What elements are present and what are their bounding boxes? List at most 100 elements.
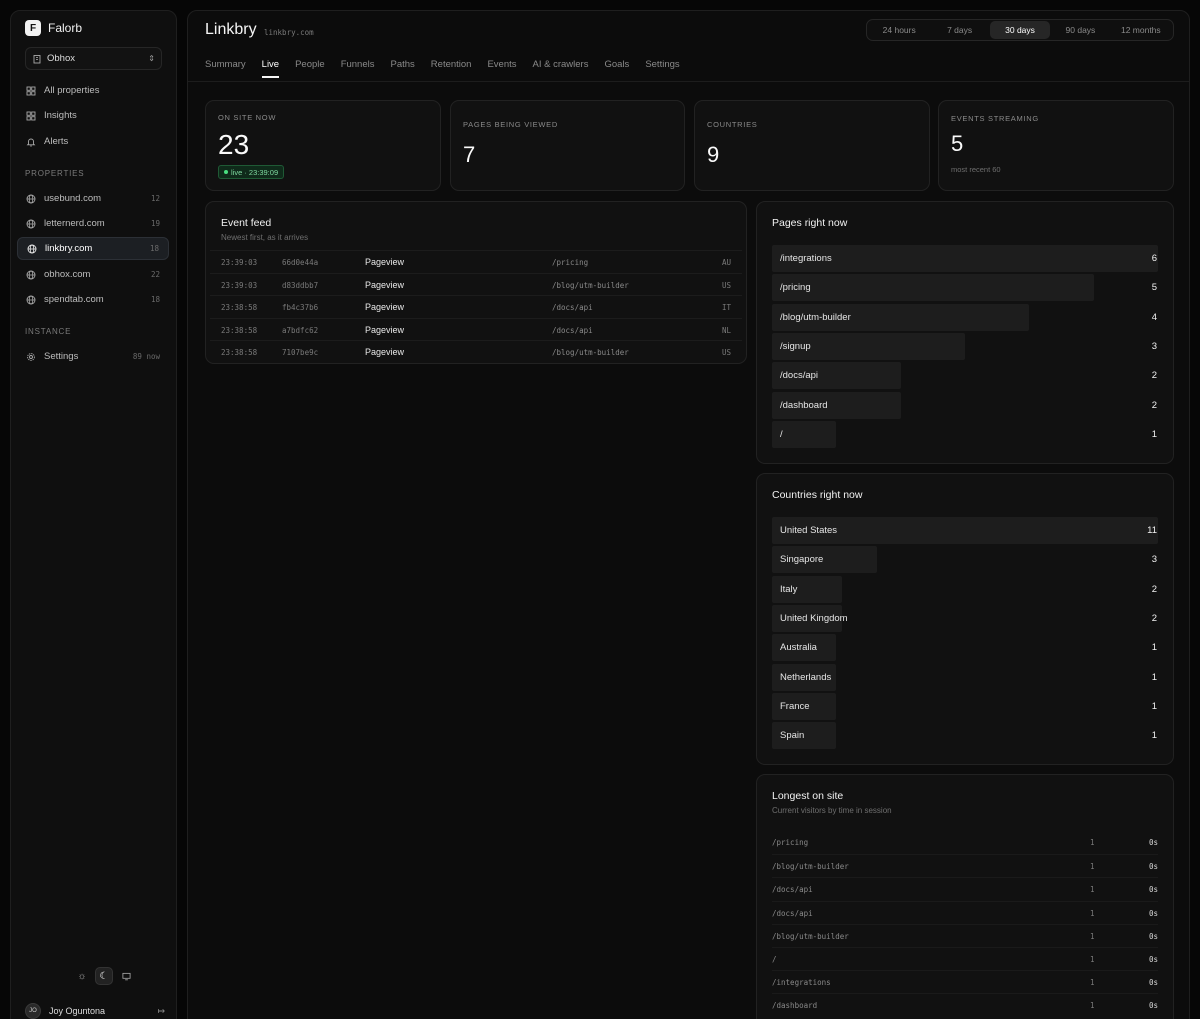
feed-row[interactable]: 23:38:58 7107be9c Pageview/blog/utm-builde… <box>210 340 742 362</box>
longest-row[interactable]: /blog/utm-builder 1 0s <box>772 854 1158 877</box>
event-feed-title: Event feed <box>221 217 272 229</box>
tab-paths[interactable]: Paths <box>391 59 415 78</box>
nav-all-properties[interactable]: All properties <box>17 79 169 102</box>
longest-path: /blog/utm-builder <box>772 862 849 872</box>
longest-row[interactable]: /integrations 1 0s <box>772 970 1158 993</box>
bar-row[interactable]: /docs/api 2 <box>772 362 1158 390</box>
nav-insights[interactable]: Insights <box>17 104 169 127</box>
event-path: /docs/api <box>552 303 593 312</box>
longest-row[interactable]: /docs/api 1 0s <box>772 900 1158 924</box>
bar-row[interactable]: /integrations 6 <box>772 245 1158 272</box>
bar-row[interactable]: Singapore 3 <box>772 546 1158 574</box>
property-label: letternerd.com <box>44 218 105 229</box>
nav-label: Alerts <box>44 136 69 147</box>
range-7-days[interactable]: 7 days <box>929 21 989 39</box>
bar-row[interactable]: United States 11 <box>772 517 1158 544</box>
property-letternerd[interactable]: letternerd.com 19 <box>17 212 169 235</box>
event-type: Pageview <box>365 257 405 267</box>
longest-count: 1 <box>1090 838 1095 847</box>
moon-icon[interactable]: ☾ <box>95 967 113 985</box>
bar-label: /pricing <box>780 282 811 294</box>
org-selector[interactable]: Obhox ⇕ <box>25 47 162 70</box>
event-country: NL <box>721 325 731 335</box>
property-usebund[interactable]: usebund.com 12 <box>17 187 169 210</box>
logout-icon[interactable]: ↦ <box>157 1006 165 1017</box>
stat-label: ON SITE NOW <box>218 113 277 122</box>
bar-value: 2 <box>1151 399 1157 411</box>
event-type: Pageview <box>365 279 405 290</box>
live-badge-text: live · 23:39:09 <box>231 167 279 177</box>
stat-card-events: EVENTS STREAMING 5 most recent 60 <box>938 100 1174 191</box>
longest-time: 0s <box>1148 862 1158 872</box>
bar-label: Netherlands <box>780 671 832 683</box>
feed-row[interactable]: 23:38:58 fb4c37b6 Pageview/docs/api IT <box>210 295 742 317</box>
longest-path: /blog/utm-builder <box>772 931 849 941</box>
feed-row[interactable]: 23:39:03 d83ddbb7 Pageview/blog/utm-builde… <box>210 272 742 295</box>
nav-settings[interactable]: Settings 89 now <box>17 345 169 368</box>
property-linkbry[interactable]: linkbry.com 18 <box>17 237 169 260</box>
bar-row[interactable]: Australia 1 <box>772 634 1158 662</box>
property-spendtab[interactable]: spendtab.com 18 <box>17 288 169 311</box>
range-24-hours[interactable]: 24 hours <box>869 21 929 39</box>
bar-fill <box>772 274 1094 302</box>
range-30-days[interactable]: 30 days <box>989 21 1051 39</box>
bar-row[interactable]: France 1 <box>772 692 1158 720</box>
tab-summary[interactable]: Summary <box>205 59 246 78</box>
bar-label: Australia <box>780 642 817 654</box>
longest-count: 1 <box>1090 931 1095 941</box>
tab-events[interactable]: Events <box>487 59 516 78</box>
bar-row[interactable]: Spain 1 <box>772 722 1158 750</box>
gear-icon <box>27 352 35 361</box>
tab-live[interactable]: Live <box>261 59 280 78</box>
nav-label: Settings <box>44 351 79 362</box>
org-name: Obhox <box>47 53 75 64</box>
nav-alerts[interactable]: Alerts <box>17 130 169 153</box>
monitor-icon[interactable] <box>117 967 135 985</box>
bar-row[interactable]: Italy 2 <box>772 575 1158 603</box>
sun-icon[interactable]: ☼ <box>73 967 91 985</box>
stat-value: 23 <box>218 129 250 160</box>
tab-settings[interactable]: Settings <box>645 59 679 78</box>
tab-ai-crawlers[interactable]: AI & crawlers <box>533 59 589 78</box>
stat-value: 9 <box>707 142 720 167</box>
bar-row[interactable]: /blog/utm-builder 4 <box>772 303 1158 331</box>
longest-row[interactable]: /blog/utm-builder 1 0s <box>772 923 1158 947</box>
brand[interactable]: F Falorb <box>25 20 82 36</box>
range-90-days[interactable]: 90 days <box>1050 21 1110 39</box>
pages-now-card: Pages right now /integrations 6/pricing 5/… <box>756 201 1174 464</box>
longest-row[interactable]: /dashboard 1 0s <box>772 993 1158 1016</box>
property-obhox[interactable]: obhox.com 22 <box>17 263 169 286</box>
event-id: 66d0e44a <box>282 258 319 267</box>
event-type: Pageview <box>365 347 405 357</box>
feed-row[interactable]: 23:38:58 a7bdfc62 Pageview/docs/api NL <box>210 317 742 340</box>
bar-row[interactable]: /dashboard 2 <box>772 391 1158 419</box>
bar-row[interactable]: Netherlands 1 <box>772 663 1158 691</box>
bar-row[interactable]: /signup 3 <box>772 332 1158 360</box>
brand-logo: F <box>25 20 41 36</box>
longest-count: 1 <box>1090 908 1095 918</box>
stat-card-pages: PAGES BEING VIEWED 7 <box>450 100 685 191</box>
bar-value: 11 <box>1147 525 1157 536</box>
range-12-months[interactable]: 12 months <box>1111 21 1171 39</box>
theme-toggle: ☼ ☾ <box>71 966 137 986</box>
longest-row[interactable]: /pricing 1 0s <box>772 831 1158 854</box>
tab-goals[interactable]: Goals <box>604 59 629 78</box>
main-panel: Linkbry linkbry.com 24 hours 7 days 30 d… <box>187 10 1190 1019</box>
longest-subtitle: Current visitors by time in session <box>772 806 892 815</box>
bar-label: France <box>780 700 810 712</box>
bar-label: Singapore <box>780 554 824 566</box>
tab-people[interactable]: People <box>295 59 325 78</box>
tab-funnels[interactable]: Funnels <box>341 59 375 78</box>
property-count: 22 <box>150 270 160 279</box>
page-title: Linkbry <box>205 21 257 38</box>
user-menu[interactable]: JO Joy Oguntona ↦ <box>25 1003 165 1019</box>
longest-row[interactable]: /docs/api 1 0s <box>772 877 1158 900</box>
event-country: US <box>721 348 731 357</box>
longest-row[interactable]: / 1 0s <box>772 947 1158 970</box>
tab-retention[interactable]: Retention <box>431 59 472 78</box>
bar-label: United States <box>780 525 838 536</box>
feed-row[interactable]: 23:39:03 66d0e44a Pageview/pricing AU <box>210 250 742 272</box>
bar-row[interactable]: /1 <box>772 420 1158 448</box>
bar-row[interactable]: United Kingdom 2 <box>772 604 1158 632</box>
bar-row[interactable]: /pricing 5 <box>772 274 1158 302</box>
